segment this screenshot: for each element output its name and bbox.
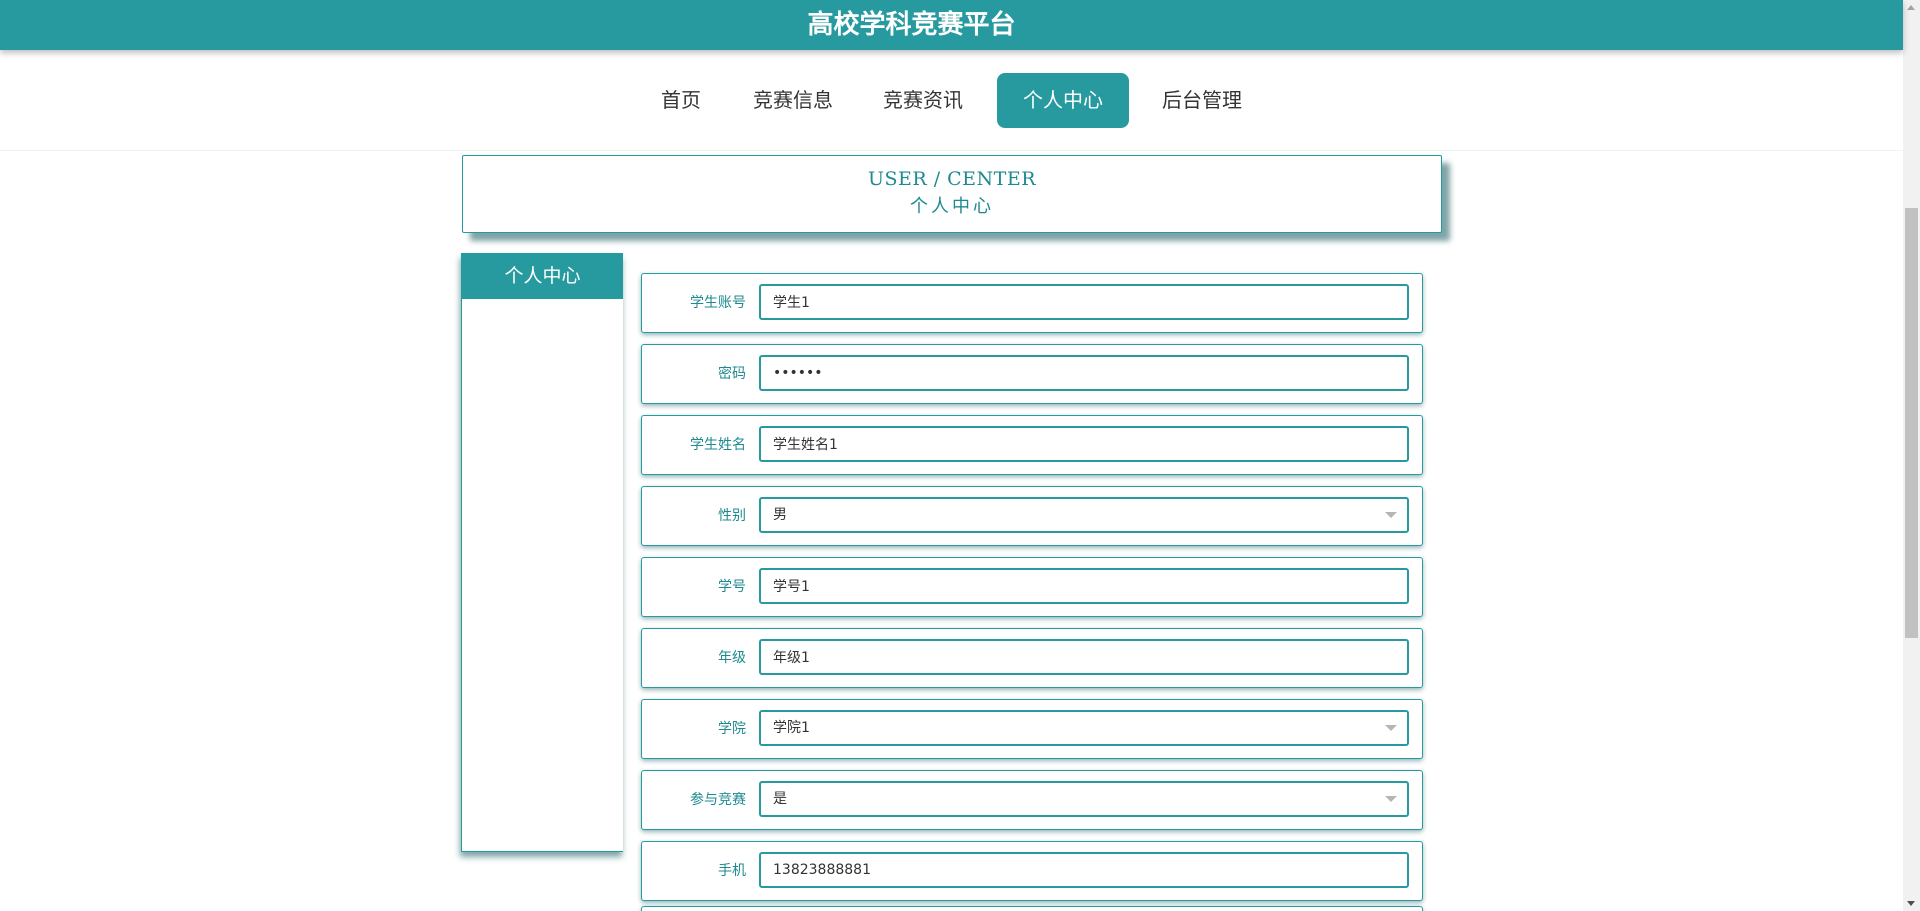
form-row-student-number: 学号 — [641, 557, 1423, 617]
sidebar-item-user-center[interactable]: 个人中心 — [462, 253, 623, 299]
nav-item-admin[interactable]: 后台管理 — [1155, 73, 1249, 128]
sidebar: 个人中心 — [461, 253, 623, 852]
participate-label: 参与竞赛 — [690, 792, 746, 808]
section-header: USER / CENTER 个人中心 — [462, 155, 1442, 233]
password-label: 密码 — [718, 366, 746, 382]
form-row-phone: 手机 — [641, 841, 1423, 901]
nav-item-user-center[interactable]: 个人中心 — [997, 73, 1129, 128]
scroll-up-icon[interactable] — [1907, 5, 1915, 10]
phone-input[interactable] — [761, 854, 1407, 886]
college-label: 学院 — [718, 721, 746, 737]
grade-label: 年级 — [718, 650, 746, 666]
password-field[interactable] — [759, 355, 1409, 391]
student-account-input[interactable] — [761, 286, 1407, 318]
student-number-input[interactable] — [761, 570, 1407, 602]
chevron-down-icon — [1385, 512, 1397, 518]
main-nav: 首页 竞赛信息 竞赛资讯 个人中心 后台管理 — [0, 50, 1903, 151]
college-select[interactable]: 学院1 — [759, 710, 1409, 746]
form-row-gender: 性别 男 — [641, 486, 1423, 546]
phone-field[interactable] — [759, 852, 1409, 888]
gender-select[interactable]: 男 — [759, 497, 1409, 533]
form-row-student-name: 学生姓名 — [641, 415, 1423, 475]
nav-item-competition-info[interactable]: 竞赛信息 — [746, 73, 840, 128]
chevron-down-icon — [1385, 796, 1397, 802]
student-number-field[interactable] — [759, 568, 1409, 604]
scrollbar-thumb[interactable] — [1905, 208, 1918, 638]
student-name-field[interactable] — [759, 426, 1409, 462]
student-number-label: 学号 — [718, 579, 746, 595]
student-name-label: 学生姓名 — [690, 437, 746, 453]
form-row-next-partial — [641, 906, 1423, 911]
participate-select-value: 是 — [773, 791, 787, 807]
page-scrollbar[interactable] — [1903, 0, 1920, 911]
gender-select-value: 男 — [773, 507, 787, 523]
section-title-cn: 个人中心 — [910, 196, 994, 217]
form-row-college: 学院 学院1 — [641, 699, 1423, 759]
scroll-down-icon[interactable] — [1907, 901, 1915, 906]
participate-select[interactable]: 是 — [759, 781, 1409, 817]
college-select-value: 学院1 — [773, 720, 810, 736]
form-row-grade: 年级 — [641, 628, 1423, 688]
form-row-password: 密码 — [641, 344, 1423, 404]
nav-item-competition-news[interactable]: 竞赛资讯 — [876, 73, 970, 128]
chevron-down-icon — [1385, 725, 1397, 731]
nav-item-home[interactable]: 首页 — [646, 73, 716, 128]
page: 高校学科竞赛平台 首页 竞赛信息 竞赛资讯 个人中心 后台管理 USER / C… — [0, 0, 1920, 911]
student-name-input[interactable] — [761, 428, 1407, 460]
gender-label: 性别 — [718, 508, 746, 524]
form-row-participate: 参与竞赛 是 — [641, 770, 1423, 830]
section-title-en: USER / CENTER — [867, 168, 1037, 190]
top-header: 高校学科竞赛平台 — [0, 0, 1903, 50]
student-account-label: 学生账号 — [690, 295, 746, 311]
password-input[interactable] — [761, 357, 1407, 389]
grade-input[interactable] — [761, 641, 1407, 673]
grade-field[interactable] — [759, 639, 1409, 675]
phone-label: 手机 — [718, 863, 746, 879]
form-row-student-account: 学生账号 — [641, 273, 1423, 333]
student-account-field[interactable] — [759, 284, 1409, 320]
site-title: 高校学科竞赛平台 — [807, 10, 1016, 40]
